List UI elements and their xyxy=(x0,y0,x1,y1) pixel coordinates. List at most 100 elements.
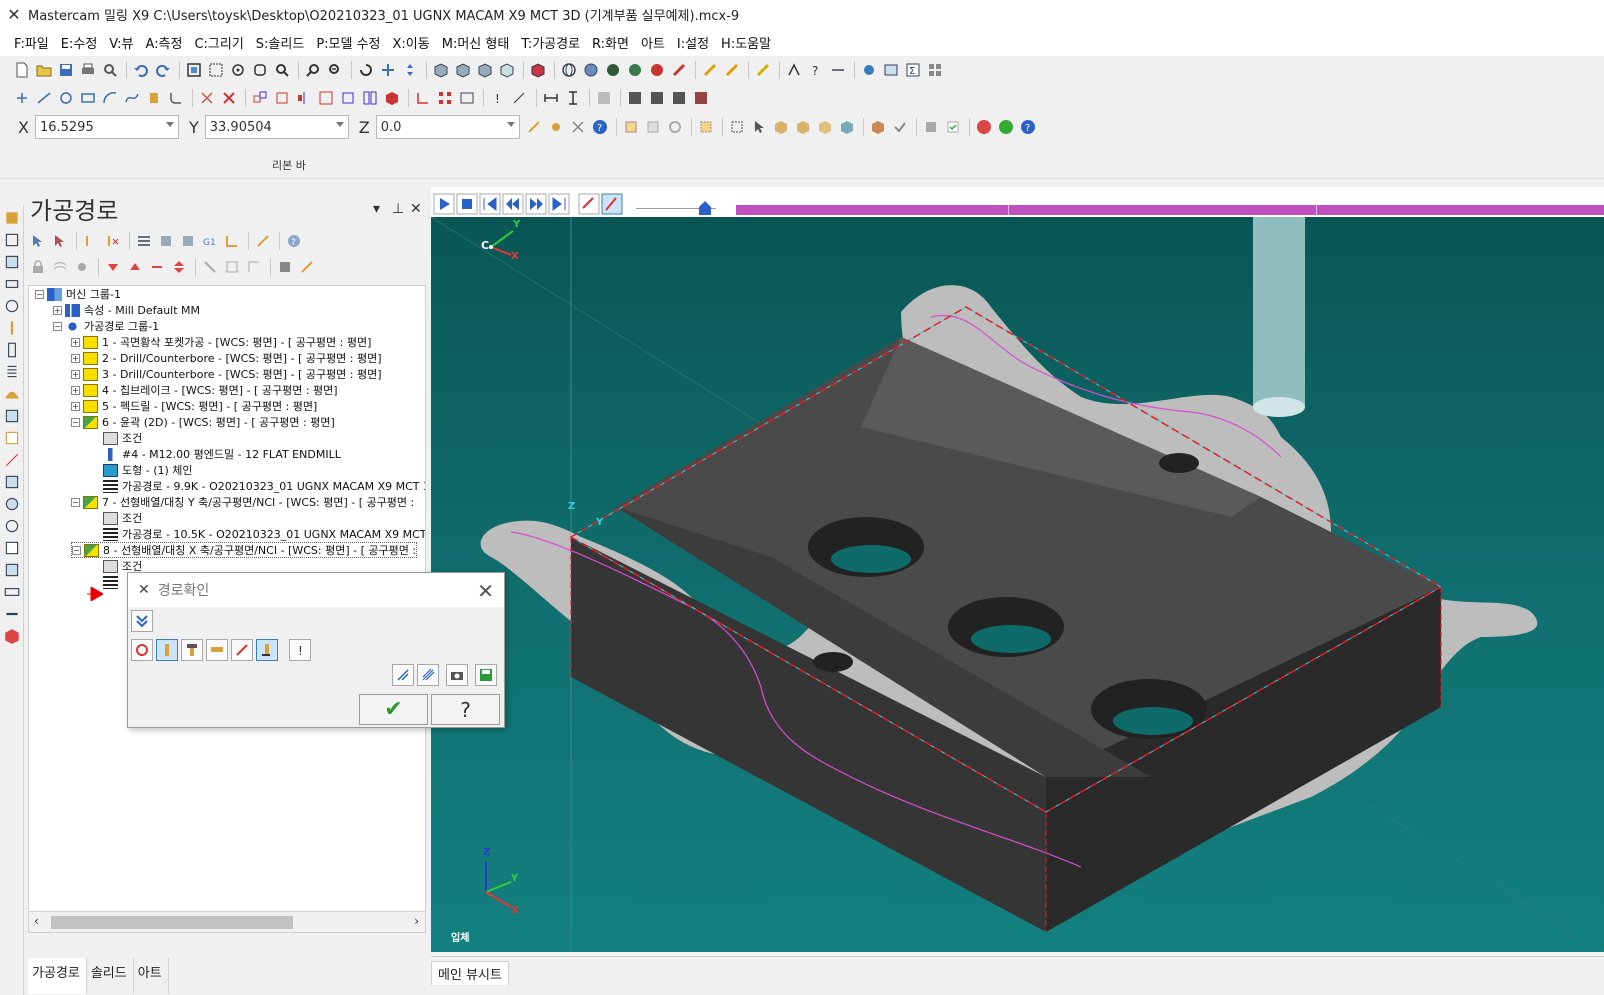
unzoom-icon[interactable] xyxy=(303,60,323,80)
wireframe-icon[interactable] xyxy=(3,451,21,469)
select-window-icon[interactable] xyxy=(643,117,663,137)
hatch-icon[interactable] xyxy=(594,88,614,108)
shade-icon[interactable] xyxy=(603,60,623,80)
info-button[interactable]: ! xyxy=(289,639,311,661)
tree-row-op-1[interactable]: +1 - 곡면황삭 포켓가공 - [WCS: 평면] - [ 공구평면 : 평면… xyxy=(71,334,371,350)
help-2-icon[interactable]: ? xyxy=(1018,117,1038,137)
solid-body-icon[interactable] xyxy=(815,117,835,137)
menu-edit[interactable]: E:수정 xyxy=(61,33,98,52)
panel-menu-chevron-down-icon[interactable]: ▾ xyxy=(373,201,380,217)
cursor-icon[interactable] xyxy=(749,117,769,137)
expand-toggle[interactable]: + xyxy=(71,401,80,411)
menu-machine-type[interactable]: M:머신 형태 xyxy=(442,33,510,52)
rectangle-icon[interactable] xyxy=(78,88,98,108)
expand-icon[interactable] xyxy=(222,257,242,277)
deselect-ops-icon[interactable] xyxy=(50,231,70,251)
trace-button[interactable] xyxy=(417,664,439,686)
cylinder-icon[interactable] xyxy=(144,88,164,108)
shade-4-icon[interactable] xyxy=(669,60,689,80)
dynamic-rotate-icon[interactable] xyxy=(378,60,398,80)
tree-row-toolpath-group[interactable]: − 가공경로 그룹-1 xyxy=(53,318,159,334)
tree-row-op-5[interactable]: +5 - 펙드릴 - [WCS: 평면] - [ 공구평면 : 평면] xyxy=(71,398,317,414)
select-rotate-icon[interactable] xyxy=(665,117,685,137)
help-button[interactable]: ? xyxy=(431,694,500,725)
backplot-icon[interactable] xyxy=(134,231,154,251)
expand-dialog-button[interactable] xyxy=(131,610,153,632)
menu-art[interactable]: 아트 xyxy=(641,33,665,52)
toggle-post-icon[interactable] xyxy=(72,257,92,277)
sphere-icon[interactable] xyxy=(581,60,601,80)
expand-toggle[interactable]: + xyxy=(71,353,80,363)
chain-icon[interactable] xyxy=(3,605,21,623)
line-icon[interactable] xyxy=(34,88,54,108)
y-coord-input[interactable]: 33.90504 xyxy=(204,115,349,139)
expand-toggle[interactable]: + xyxy=(71,337,80,347)
contour-icon[interactable] xyxy=(3,231,21,249)
vertical-dim-icon[interactable] xyxy=(563,88,583,108)
save-as-geometry-button[interactable] xyxy=(475,664,497,686)
zoom-window-icon[interactable] xyxy=(206,60,226,80)
skip-start-icon[interactable] xyxy=(479,193,501,215)
show-tool-button[interactable] xyxy=(156,639,178,661)
speed-slider-thumb[interactable] xyxy=(698,201,712,215)
point-icon[interactable] xyxy=(12,88,32,108)
clear-icon[interactable] xyxy=(568,117,588,137)
collapse-toggle[interactable]: − xyxy=(53,321,62,331)
nesting-icon[interactable] xyxy=(3,561,21,579)
quick-verify-button[interactable] xyxy=(256,639,278,661)
graphics-area[interactable]: C Y X Z Y X Z Y 입체 xyxy=(431,217,1604,952)
tab-art[interactable]: 아트 xyxy=(134,958,169,994)
transform-toolpath-icon[interactable] xyxy=(3,539,21,557)
stop-icon[interactable] xyxy=(974,117,994,137)
check-select-icon[interactable] xyxy=(943,117,963,137)
expand-toggle[interactable]: + xyxy=(71,385,80,395)
dialog-close-icon[interactable]: ✕ xyxy=(477,579,494,603)
skip-end-icon[interactable] xyxy=(548,193,570,215)
configure-button[interactable] xyxy=(392,664,414,686)
collapse-toggle[interactable]: − xyxy=(72,545,81,555)
tree-row-op6-geometry[interactable]: 도형 - (1) 체인 xyxy=(103,462,193,478)
menu-create[interactable]: C:그리기 xyxy=(194,33,243,52)
xform-rotate-icon[interactable] xyxy=(272,88,292,108)
xform-array-icon[interactable] xyxy=(360,88,380,108)
chevron-down-icon[interactable] xyxy=(335,122,344,127)
edit-ops-icon[interactable] xyxy=(253,231,273,251)
verify-select-icon[interactable] xyxy=(890,117,910,137)
wizard-icon[interactable] xyxy=(297,257,317,277)
multiaxis-icon[interactable] xyxy=(3,473,21,491)
highfeed-icon[interactable] xyxy=(222,231,242,251)
view-right-icon[interactable] xyxy=(475,60,495,80)
backplot-progress-bar[interactable] xyxy=(736,205,1604,215)
menu-help[interactable]: H:도움말 xyxy=(721,33,771,52)
insert-arrow-icon[interactable] xyxy=(147,257,167,277)
stop-button-icon[interactable] xyxy=(456,193,478,215)
tree-row-op-3[interactable]: +3 - Drill/Counterbore - [WCS: 평면] - [ 공… xyxy=(71,366,382,382)
expand-toggle[interactable]: + xyxy=(71,369,80,379)
tree-row-machine-group[interactable]: − 머신 그룹-1 xyxy=(35,286,121,302)
view-front-icon[interactable] xyxy=(453,60,473,80)
screenshot-button[interactable] xyxy=(446,664,468,686)
rotate-icon[interactable] xyxy=(356,60,376,80)
thread-mill-icon[interactable] xyxy=(3,363,21,381)
tree-row-op7-toolpath[interactable]: 가공경로 - 10.5K - O20210323_01 UGNX MACAM X… xyxy=(103,526,425,542)
tab-main-viewsheet[interactable]: 메인 뷰시트 xyxy=(431,961,509,985)
options-icon[interactable] xyxy=(921,117,941,137)
view-iso-icon[interactable] xyxy=(497,60,517,80)
solid-select-icon[interactable] xyxy=(771,117,791,137)
tree-row-op-6[interactable]: −6 - 윤곽 (2D) - [WCS: 평면] - [ 공구평면 : 평면] xyxy=(71,414,335,430)
show-entity-endpoints-button[interactable] xyxy=(231,639,253,661)
menu-xform[interactable]: X:이동 xyxy=(393,33,430,52)
move-updown-icon[interactable] xyxy=(169,257,189,277)
scrollbar-thumb[interactable] xyxy=(51,916,293,929)
stock-icon[interactable] xyxy=(3,583,21,601)
engrave-icon[interactable] xyxy=(3,319,21,337)
trim-toolpath-icon[interactable] xyxy=(3,517,21,535)
ok-button[interactable]: ✔ xyxy=(359,694,428,725)
step-forward-icon[interactable] xyxy=(525,193,547,215)
x-coord-input[interactable]: 16.5295 xyxy=(34,115,179,139)
shade-3-icon[interactable] xyxy=(647,60,667,80)
menu-model-prep[interactable]: P:모델 수정 xyxy=(316,33,380,52)
toolpath-color-button[interactable] xyxy=(131,639,153,661)
circle-mill-icon[interactable] xyxy=(3,341,21,359)
trace-mode-icon[interactable] xyxy=(578,193,600,215)
